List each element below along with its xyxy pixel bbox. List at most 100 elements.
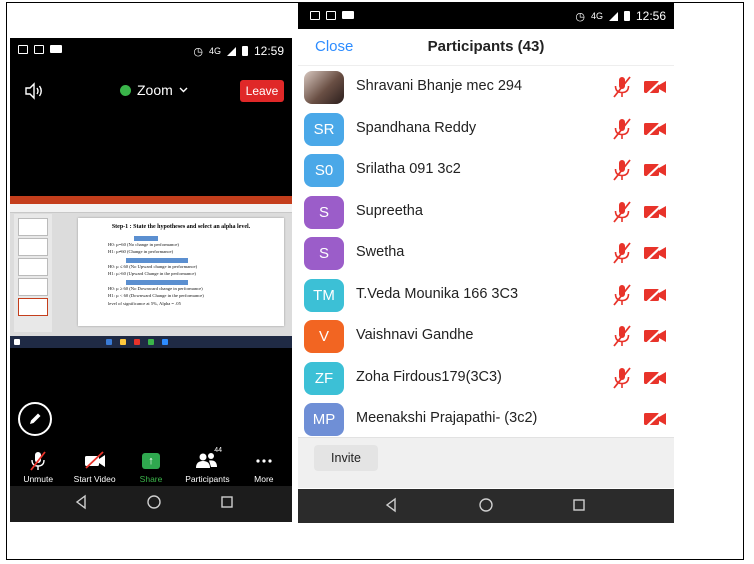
slide-highlight <box>134 236 158 241</box>
slide-thumbnails <box>14 214 52 332</box>
slide-line: H1: µ≠60 (Change in performance) <box>108 249 174 254</box>
video-off-icon <box>644 160 666 180</box>
android-nav-bar <box>298 489 674 523</box>
slide-highlight <box>126 280 188 285</box>
participant-row[interactable]: SR Spandhana Reddy <box>298 109 674 151</box>
slide-thumbnail <box>18 218 48 236</box>
meeting-toolbar: Unmute Start Video ↑ Share 44 Participan… <box>10 447 292 486</box>
participants-header: Close Participants (43) <box>298 29 674 66</box>
meeting-title[interactable]: Zoom <box>120 82 188 98</box>
participant-name: T.Veda Mounika 166 3C3 <box>356 285 519 302</box>
annotate-button[interactable] <box>18 402 52 436</box>
alarm-icon: ◷ <box>193 45 203 58</box>
tool-label: Share <box>139 474 163 484</box>
participant-row[interactable]: S Supreetha <box>298 192 674 234</box>
participant-name: Zoha Firdous179(3C3) <box>356 368 502 385</box>
participant-name: Spandhana Reddy <box>356 119 477 136</box>
taskbar-app-icon <box>162 339 168 345</box>
tool-label: More <box>254 474 274 484</box>
slide-highlight <box>126 258 188 263</box>
slide-line: H0: µ ≥ 60 (No Downward change in perfor… <box>108 286 203 291</box>
avatar: S <box>304 195 344 229</box>
pencil-icon <box>30 413 41 424</box>
more-button[interactable]: More <box>236 448 292 486</box>
mic-muted-icon <box>613 159 631 181</box>
slide-thumbnail-selected <box>18 298 48 316</box>
participant-row[interactable]: TM T.Veda Mounika 166 3C3 <box>298 275 674 317</box>
speaker-icon[interactable] <box>24 82 44 100</box>
slide-title: Step-1 : State the hypotheses and select… <box>111 224 251 230</box>
start-video-button[interactable]: Start Video <box>66 448 122 486</box>
unmute-button[interactable]: Unmute <box>10 448 66 486</box>
gallery-notification-icon <box>310 11 320 20</box>
participants-button[interactable]: 44 Participants <box>179 447 235 486</box>
tool-label: Unmute <box>23 474 54 484</box>
mic-muted-icon <box>613 200 631 223</box>
home-icon[interactable] <box>478 497 494 513</box>
meeting-topbar: Zoom Leave <box>10 76 292 106</box>
mic-muted-icon <box>613 283 631 306</box>
participant-name: Supreetha <box>356 202 423 219</box>
slide-thumbnail <box>18 238 48 256</box>
taskbar-app-icon <box>134 339 140 345</box>
avatar: V <box>304 320 344 353</box>
avatar <box>304 71 344 104</box>
status-bar: ◷ 4G 12:59 <box>10 38 292 64</box>
signal-icon <box>608 11 618 21</box>
shared-screen: Step-1 : State the hypotheses and select… <box>10 196 292 348</box>
taskbar-app-icon <box>106 339 112 345</box>
back-icon[interactable] <box>384 497 398 513</box>
meeting-name: Zoom <box>137 82 173 98</box>
mic-muted-icon <box>30 451 46 471</box>
video-off-icon <box>644 284 666 305</box>
signal-icon <box>226 46 236 56</box>
slide-thumbnail <box>18 278 48 296</box>
avatar: ZF <box>304 361 344 395</box>
home-icon[interactable] <box>146 494 162 510</box>
participant-row[interactable]: V Vaishnavi Gandhe <box>298 316 674 358</box>
slide-line: H1: µ < 60 (Downward Change in the perfo… <box>108 293 204 298</box>
current-slide: Step-1 : State the hypotheses and select… <box>78 218 284 326</box>
slide-line: level of significance at 5%, Alpha = .05 <box>108 301 181 306</box>
powerpoint-titlebar <box>10 196 292 204</box>
back-icon[interactable] <box>74 494 88 510</box>
video-off-icon <box>84 451 105 469</box>
avatar: SR <box>304 112 344 146</box>
taskbar-app-icon <box>148 339 154 345</box>
windows-taskbar <box>10 336 292 348</box>
invite-bar: Invite <box>298 437 674 488</box>
slide-line: H0: µ=60 (No change in performance) <box>108 242 179 247</box>
participant-row[interactable]: S Swetha <box>298 233 674 275</box>
video-off-icon <box>644 118 666 139</box>
video-notification-icon <box>50 45 62 53</box>
participant-count-badge: 44 <box>214 447 222 454</box>
leave-button[interactable]: Leave <box>240 80 284 102</box>
battery-icon <box>623 11 630 21</box>
battery-icon <box>241 46 248 56</box>
share-icon: ↑ <box>142 453 161 469</box>
taskbar-app-icon <box>120 339 126 345</box>
android-nav-bar <box>10 486 292 522</box>
recents-icon[interactable] <box>220 494 234 510</box>
share-button[interactable]: ↑ Share <box>123 448 179 486</box>
mic-muted-icon <box>613 76 631 98</box>
participant-row[interactable]: Shravani Bhanje mec 294 <box>298 67 674 109</box>
meeting-screen: ◷ 4G 12:59 Zoom Leave Step-1: State the… <box>10 38 292 522</box>
video-off-icon <box>644 367 666 388</box>
status-bar: ◷ 4G 12:56 <box>298 3 674 29</box>
video-off-icon <box>644 243 666 263</box>
tool-label: Participants <box>185 474 230 484</box>
chevron-down-icon <box>179 87 188 93</box>
slide-line: H0: µ ≤ 60 (No Upward change in performa… <box>108 264 198 269</box>
chat-notification-icon <box>34 45 44 54</box>
participant-row[interactable]: MP Meenakshi Prajapathi- (3c2) <box>298 399 674 441</box>
powerpoint-ribbon <box>10 204 292 213</box>
participant-row[interactable]: ZF Zoha Firdous179(3C3) <box>298 358 674 400</box>
recents-icon[interactable] <box>572 497 586 513</box>
page-title: Participants (43) <box>427 38 545 55</box>
mic-muted-icon <box>613 325 631 347</box>
invite-button[interactable]: Invite <box>314 445 378 471</box>
video-off-icon <box>644 326 666 346</box>
participant-row[interactable]: S0 Srilatha 091 3c2 <box>298 150 674 192</box>
avatar: MP <box>304 403 344 436</box>
